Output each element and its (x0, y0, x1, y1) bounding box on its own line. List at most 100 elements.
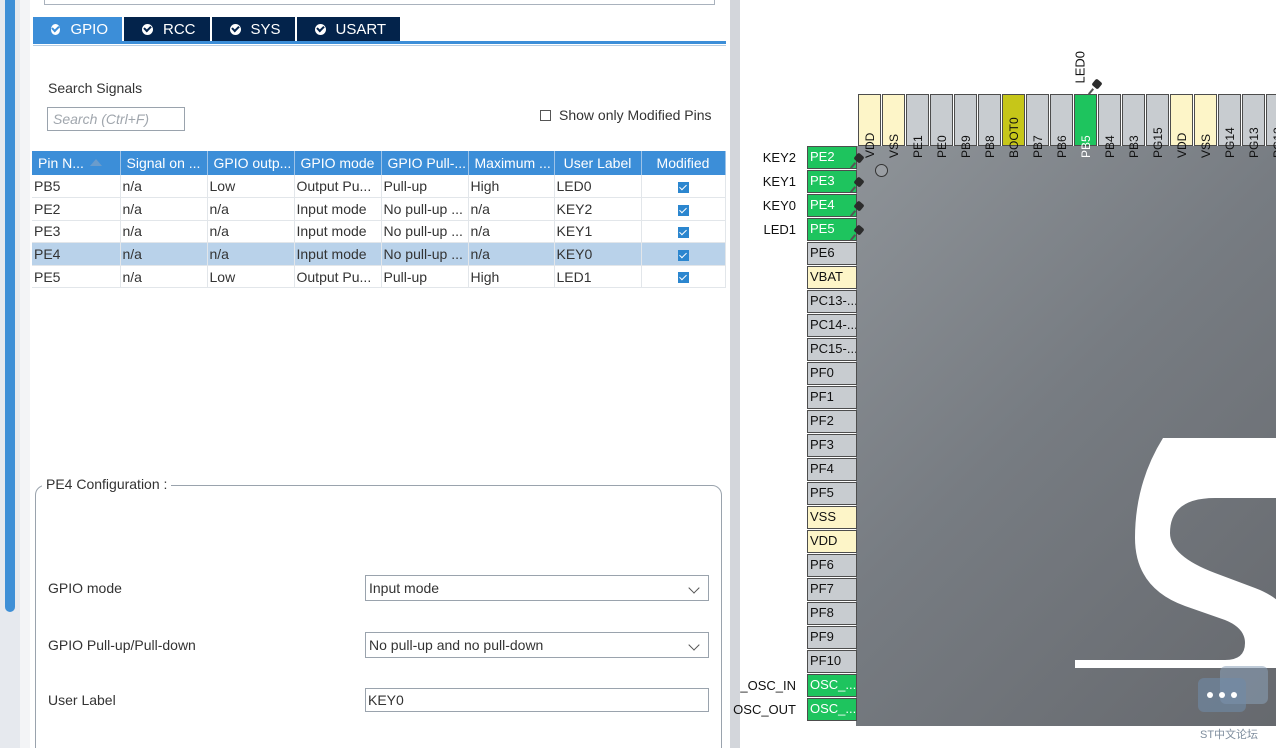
search-input[interactable] (47, 107, 185, 131)
col-header-mode[interactable]: GPIO mode (294, 151, 382, 175)
gpio-mode-select[interactable]: Input mode (365, 575, 709, 601)
checkbox-checked-icon[interactable] (677, 204, 689, 216)
cell-modified[interactable] (641, 242, 726, 266)
show-modified-checkbox[interactable]: Show only Modified Pins (540, 107, 712, 123)
chip-pin-left[interactable]: OSC_... (807, 698, 857, 721)
chip-pin-top[interactable]: PE0 (930, 94, 953, 158)
pin-signal-label: KEY0 (762, 198, 796, 213)
col-header-user-label[interactable]: User Label (554, 151, 642, 175)
chip-pin-top[interactable]: PB5 (1074, 94, 1097, 158)
checkbox-checked-icon[interactable] (677, 227, 689, 239)
cell-speed: n/a (468, 242, 555, 266)
chip-pin-top[interactable]: VSS (882, 94, 905, 158)
chip-pin-left[interactable]: PE5 (807, 218, 857, 241)
cell-modified[interactable] (641, 197, 726, 221)
tab-gpio[interactable]: GPIO (33, 17, 122, 41)
tab-rcc[interactable]: RCC (124, 17, 210, 41)
cell-label: KEY2 (554, 197, 642, 221)
chip-pin-left[interactable]: PF5 (807, 482, 857, 505)
chip-pin-top[interactable]: VDD (858, 94, 881, 158)
chip-pin-left[interactable]: PC14-... (807, 314, 857, 337)
chip-pin-left[interactable]: PE2 (807, 146, 857, 169)
panel-splitter[interactable] (730, 0, 740, 748)
chip-pin-top[interactable]: PB7 (1026, 94, 1049, 158)
pin-name: PB6 (1054, 135, 1069, 158)
chip-pin-top[interactable]: PB8 (978, 94, 1001, 158)
cell-speed: High (468, 175, 555, 199)
col-header-pull[interactable]: GPIO Pull-... (381, 151, 469, 175)
table-row[interactable]: PE5 n/a Low Output Pu... Pull-up High LED1 (32, 265, 726, 289)
table-row[interactable]: PE4 n/a n/a Input mode No pull-up ... n/a KEY0 (32, 242, 726, 266)
checkbox-checked-icon[interactable] (677, 272, 689, 284)
table-row[interactable]: PB5 n/a Low Output Pu... Pull-up High LED0 (32, 175, 726, 199)
pin-name: PE0 (934, 135, 949, 158)
chip-pin-left[interactable]: PE4 (807, 194, 857, 217)
col-header-output[interactable]: GPIO outp... (207, 151, 295, 175)
chip-pin-left[interactable]: PE3 (807, 170, 857, 193)
chip-pin-top[interactable]: PG12 (1266, 94, 1276, 158)
chip-pin-left[interactable]: PF1 (807, 386, 857, 409)
checkbox-checked-icon[interactable] (677, 249, 689, 261)
chip-pin-left[interactable]: PF8 (807, 602, 857, 625)
cell-modified[interactable] (641, 220, 726, 244)
chip-pin-top[interactable]: BOOT0 (1002, 94, 1025, 158)
col-header-signal[interactable]: Signal on ... (120, 151, 208, 175)
chip-pin-top[interactable]: PG13 (1242, 94, 1265, 158)
show-modified-label: Show only Modified Pins (559, 107, 712, 123)
chip-pin-left[interactable]: PF7 (807, 578, 857, 601)
pin-name: VDD (1174, 132, 1189, 158)
chip-pin-left[interactable]: PF3 (807, 434, 857, 457)
gpio-pull-select[interactable]: No pull-up and no pull-down (365, 632, 709, 658)
pin-name: VSS (1198, 133, 1213, 158)
pin-configuration-title: PE4 Configuration : (42, 476, 172, 492)
table-row[interactable]: PE2 n/a n/a Input mode No pull-up ... n/a KEY2 (32, 197, 726, 221)
vertical-scrollbar[interactable] (5, 0, 15, 612)
chip-pin-left[interactable]: PF9 (807, 626, 857, 649)
cell-pull: No pull-up ... (381, 197, 469, 221)
chip-pin-top[interactable]: PE1 (906, 94, 929, 158)
checkbox-box[interactable] (540, 109, 551, 121)
chip-pin-left[interactable]: PF2 (807, 410, 857, 433)
tab-sys[interactable]: SYS (211, 17, 295, 41)
search-signals-label: Search Signals (48, 80, 143, 96)
pin-name: PB5 (1078, 135, 1093, 158)
chip-pin-left[interactable]: PF10 (807, 650, 857, 673)
user-label-input[interactable] (365, 688, 709, 712)
chip-pin-top[interactable]: PG15 (1146, 94, 1169, 158)
chip-pin-left[interactable]: PF4 (807, 458, 857, 481)
table-row[interactable]: PE3 n/a n/a Input mode No pull-up ... n/a KEY1 (32, 220, 726, 244)
chip-pin-top[interactable]: PB4 (1098, 94, 1121, 158)
chip-pin-top[interactable]: VDD (1170, 94, 1193, 158)
col-header-modified[interactable]: Modified (641, 151, 726, 175)
chip-pin-left[interactable]: VBAT (807, 266, 857, 289)
chip-pin-left[interactable]: PC13-... (807, 290, 857, 313)
chevron-down-icon (688, 639, 700, 651)
tab-usart[interactable]: USART (296, 17, 401, 41)
chat-watermark-icon (1198, 666, 1268, 712)
chip-pin-top[interactable]: VSS (1194, 94, 1217, 158)
cell-signal: n/a (120, 220, 208, 244)
col-header-speed[interactable]: Maximum ... (468, 151, 555, 175)
chip-pin-left[interactable]: VSS (807, 506, 857, 529)
chip-pin-top[interactable]: PB6 (1050, 94, 1073, 158)
col-header-pin[interactable]: Pin N... (32, 151, 121, 175)
checkbox-checked-icon[interactable] (677, 181, 689, 193)
chip-pin-top[interactable]: PB9 (954, 94, 977, 158)
cell-modified[interactable] (641, 265, 726, 289)
cell-modified[interactable] (641, 175, 726, 199)
chip-pin-left[interactable]: PF6 (807, 554, 857, 577)
chip-pin-top[interactable]: PG14 (1218, 94, 1241, 158)
chip-pin-left[interactable]: PF0 (807, 362, 857, 385)
chip-pin-top[interactable]: PB3 (1122, 94, 1145, 158)
chip-pin-left[interactable]: VDD (807, 530, 857, 553)
chip-pin-left[interactable]: PC15-... (807, 338, 857, 361)
pin-signal-label: LED0 (1072, 50, 1088, 84)
cell-pull: Pull-up (381, 175, 469, 199)
chip-pin-left[interactable]: PE6 (807, 242, 857, 265)
tab-underline (33, 41, 726, 44)
cell-mode: Output Pu... (294, 175, 382, 199)
chip-pin-left[interactable]: OSC_... (807, 674, 857, 697)
cell-speed: n/a (468, 197, 555, 221)
mode-search-field[interactable] (44, 0, 715, 5)
cell-label: LED0 (554, 175, 642, 199)
